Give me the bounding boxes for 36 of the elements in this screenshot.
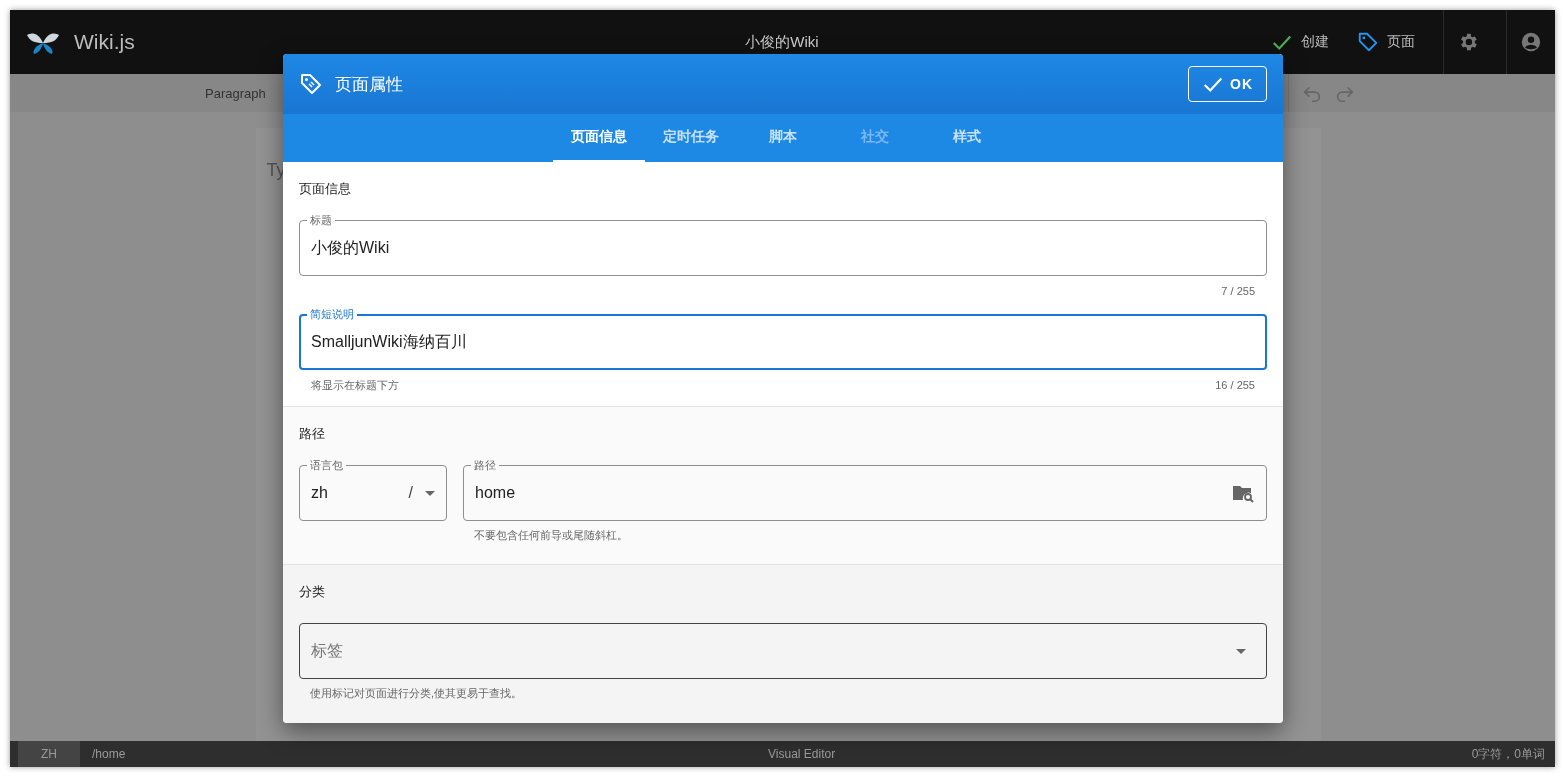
field-hint: 将显示在标题下方	[311, 377, 399, 393]
tab[interactable]: 脚本	[737, 114, 829, 162]
locale-label: ZH	[18, 741, 80, 767]
section-heading: 分类	[299, 583, 326, 601]
field-label: 标题	[307, 213, 335, 227]
field-label: 语言包	[307, 458, 346, 472]
text-field[interactable]: 简短说明 SmalljunWiki海纳百川	[299, 306, 1267, 370]
character-counter: 16 / 255	[1215, 379, 1255, 391]
locale-select[interactable]: 语言包 zh /	[299, 457, 447, 521]
app-logo-text[interactable]: Wiki.js	[74, 30, 135, 54]
tag-icon	[1357, 31, 1379, 53]
tab[interactable]: 样式	[921, 114, 1013, 162]
account-icon	[1520, 31, 1542, 53]
field-hint: 使用标记对页面进行分类,使其更易于查找。	[310, 686, 524, 701]
paragraph-style-dropdown[interactable]: Paragraph	[205, 85, 266, 101]
text-field[interactable]: 标题 小俊的Wiki	[299, 212, 1267, 276]
tab[interactable]: 定时任务	[645, 114, 737, 162]
section-heading: 路径	[299, 425, 326, 443]
ok-button[interactable]: OK	[1188, 66, 1267, 102]
path-field[interactable]: 路径 home	[463, 457, 1267, 521]
character-counter: 7 / 255	[1221, 285, 1255, 297]
site-title: 小俊的Wiki	[745, 32, 819, 52]
dropdown-caret-icon	[425, 490, 435, 496]
tags-select[interactable]: 标签	[299, 615, 1267, 679]
path-label: /home	[92, 747, 126, 761]
tag-icon	[299, 72, 323, 96]
header-action-button[interactable]: 页面	[1343, 31, 1429, 53]
header-action-button[interactable]: 创建	[1257, 31, 1343, 53]
dialog-title: 页面属性	[335, 73, 403, 96]
field-hint: 不要包含任何前导或尾随斜杠。	[474, 528, 629, 543]
field-label: 路径	[471, 458, 499, 472]
editor-mode-label: Visual Editor	[768, 747, 836, 761]
dropdown-caret-icon	[1236, 648, 1246, 654]
word-count-label: 0字符，0单词	[1471, 745, 1545, 763]
field-label: 简短说明	[307, 307, 357, 321]
section-heading: 页面信息	[299, 180, 352, 198]
